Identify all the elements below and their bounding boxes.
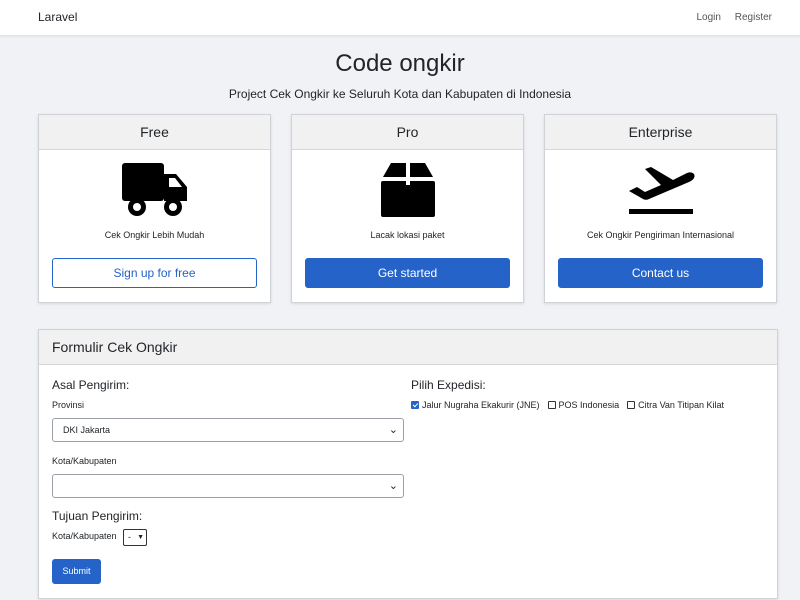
sign-up-button[interactable]: Sign up for free	[52, 258, 257, 288]
city-select[interactable]: ⌄	[52, 474, 404, 498]
origin-heading: Asal Pengirim:	[52, 378, 130, 392]
checkbox-checked[interactable]	[411, 401, 419, 409]
chevron-down-icon: ⌄	[388, 424, 398, 436]
form-title: Formulir Cek Ongkir	[39, 330, 777, 365]
checkbox-unchecked[interactable]	[547, 401, 556, 409]
courier-option-jne[interactable]: Jalur Nugraha Ekakurir (JNE)	[411, 400, 540, 410]
plan-card-desc: Cek Ongkir Pengiriman Internasional	[586, 230, 735, 240]
shipping-form-card: Formulir Cek Ongkir Asal Pengirim: Provi…	[38, 329, 778, 599]
city-label: Kota/Kabupaten	[52, 456, 117, 466]
province-label: Provinsi	[52, 400, 85, 410]
page-title: Code ongkir	[335, 50, 465, 77]
login-link[interactable]: Login	[697, 12, 721, 23]
top-navbar: Laravel Login Register	[0, 0, 800, 36]
destination-city-value: -	[128, 532, 131, 542]
plan-card-free: Free Cek Ongkir Lebih Mudah Sign up for …	[38, 114, 271, 303]
plan-card-desc: Lacak lokasi paket	[370, 230, 445, 240]
courier-heading: Pilih Expedisi:	[411, 378, 486, 392]
courier-options: Jalur Nugraha Ekakurir (JNE) POS Indones…	[411, 400, 732, 410]
province-select[interactable]: DKI Jakarta ⌄	[52, 418, 404, 442]
page-subtitle: Project Cek Ongkir ke Seluruh Kota dan K…	[228, 87, 572, 101]
contact-us-button[interactable]: Contact us	[558, 258, 763, 288]
chevron-down-icon: ⌄	[388, 480, 398, 492]
destination-city-label: Kota/Kabupaten	[52, 531, 117, 541]
courier-option-label: POS Indonesia	[558, 400, 620, 410]
checkbox-unchecked[interactable]	[627, 401, 636, 409]
destination-city-select[interactable]: - ▼	[123, 529, 147, 546]
courier-option-label: Citra Van Titipan Kilat	[638, 400, 724, 410]
courier-option-pos[interactable]: POS Indonesia	[547, 400, 620, 410]
caret-down-icon: ▼	[137, 534, 144, 541]
register-link[interactable]: Register	[735, 12, 772, 23]
plan-card-title: Enterprise	[545, 115, 776, 150]
province-select-value: DKI Jakarta	[63, 425, 111, 435]
destination-heading: Tujuan Pengirim:	[52, 509, 143, 523]
plan-card-title: Free	[39, 115, 270, 150]
courier-option-tiki[interactable]: Citra Van Titipan Kilat	[627, 400, 724, 410]
truck-icon	[39, 161, 270, 219]
get-started-button[interactable]: Get started	[305, 258, 510, 288]
submit-button[interactable]: Submit	[52, 559, 101, 584]
plan-card-title: Pro	[292, 115, 523, 150]
plan-card-enterprise: Enterprise Cek Ongkir Pengiriman Interna…	[544, 114, 777, 303]
plane-departure-icon	[545, 161, 776, 219]
plan-card-pro: Pro Lacak lokasi paket Get started	[291, 114, 524, 303]
plan-card-desc: Cek Ongkir Lebih Mudah	[104, 230, 205, 240]
brand-link[interactable]: Laravel	[38, 10, 77, 24]
nav-links: Login Register	[686, 12, 773, 23]
courier-option-label: Jalur Nugraha Ekakurir (JNE)	[422, 400, 540, 410]
box-icon	[292, 161, 523, 219]
